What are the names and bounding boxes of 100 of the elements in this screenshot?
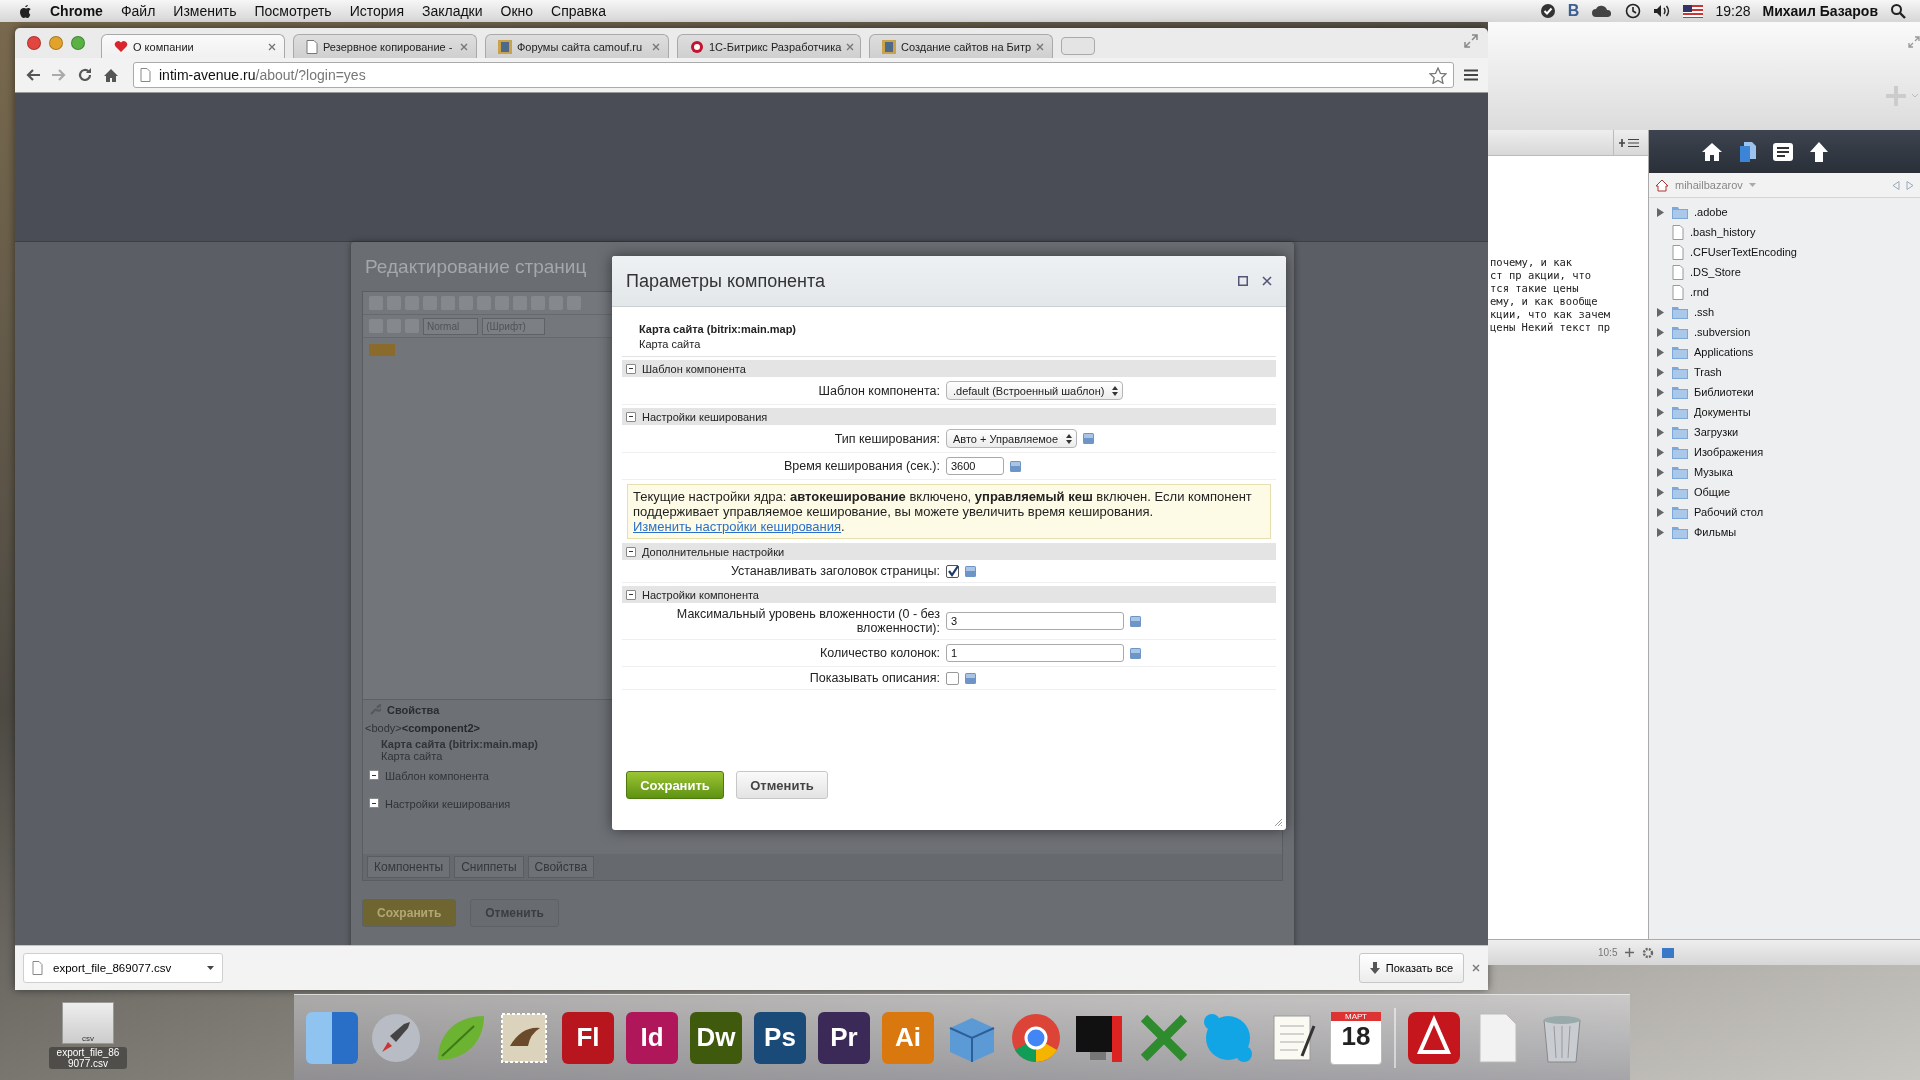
back-arrow-icon[interactable] — [25, 68, 41, 82]
rocket-icon[interactable] — [370, 1011, 422, 1064]
two-tone-square-icon[interactable] — [306, 1011, 358, 1064]
help-icon[interactable] — [1083, 433, 1095, 444]
file-entry[interactable]: Библиотеки — [1649, 382, 1920, 402]
app-menu[interactable]: Chrome — [50, 3, 103, 19]
help-icon[interactable] — [965, 565, 976, 577]
file-entry[interactable]: Загрузки — [1649, 422, 1920, 442]
file-entry[interactable]: Рабочий стол — [1649, 502, 1920, 522]
browser-tab[interactable]: Создание сайтов на Битр — [869, 34, 1053, 58]
status-letter[interactable]: В — [1567, 2, 1580, 20]
apple-icon[interactable] — [18, 3, 32, 19]
collapse-icon[interactable] — [626, 411, 636, 422]
minimize-button[interactable] — [49, 36, 63, 50]
download-item[interactable]: export_file_869077.csv — [23, 953, 223, 983]
file-entry[interactable]: .bash_history — [1649, 222, 1920, 242]
show-all-button[interactable]: Показать все — [1358, 953, 1464, 983]
group-header[interactable]: Настройки кеширования — [622, 408, 1276, 425]
home-icon[interactable] — [103, 67, 119, 83]
gear-icon[interactable] — [1642, 946, 1655, 959]
swirl-tile-icon[interactable] — [1408, 1011, 1460, 1064]
address-field[interactable]: intim-avenue.ru/about/?login=yes — [133, 62, 1454, 88]
cloud-icon[interactable] — [1591, 4, 1614, 18]
collapse-icon[interactable] — [626, 589, 636, 600]
file-entry[interactable]: .DS_Store — [1649, 262, 1920, 282]
close-button[interactable] — [27, 36, 41, 50]
user-name[interactable]: Михаил Базаров — [1762, 3, 1878, 19]
dropdown[interactable]: Авто + Управляемое — [946, 429, 1078, 448]
app-tile[interactable]: Fl — [562, 1011, 614, 1064]
reload-icon[interactable] — [77, 67, 93, 83]
speaker-icon[interactable] — [1653, 4, 1672, 18]
csv-file-icon[interactable]: csv — [62, 1002, 114, 1044]
menu-item[interactable]: Изменить — [173, 3, 237, 19]
close-icon[interactable] — [1472, 964, 1480, 972]
app-tile[interactable]: Pr — [818, 1011, 870, 1064]
up-arrow-icon[interactable] — [1808, 140, 1829, 163]
file-entry[interactable]: .adobe — [1649, 202, 1920, 222]
help-icon[interactable] — [965, 672, 976, 684]
documents-icon[interactable] — [1738, 140, 1757, 163]
menu-item[interactable]: Закладки — [421, 3, 483, 19]
calendar-icon[interactable]: МАРТ 18 — [1330, 1010, 1382, 1065]
close-icon[interactable] — [460, 42, 468, 51]
checkbox[interactable] — [946, 564, 959, 578]
menu-item[interactable]: Справка — [551, 3, 607, 19]
checkbox[interactable] — [946, 671, 959, 685]
maximize-icon[interactable] — [1238, 276, 1248, 286]
group-header[interactable]: Шаблон компонента — [622, 360, 1276, 377]
menu-item[interactable]: История — [349, 3, 404, 19]
text-input[interactable]: 3 — [946, 612, 1124, 630]
collapse-icon[interactable] — [369, 770, 379, 780]
file-entry[interactable]: Изображения — [1649, 442, 1920, 462]
check-bubble-icon[interactable] — [1539, 3, 1556, 19]
file-entry[interactable]: Фильмы — [1649, 522, 1920, 542]
help-icon[interactable] — [1130, 615, 1141, 627]
file-entry[interactable]: .rnd — [1649, 282, 1920, 302]
home-icon[interactable] — [1700, 141, 1723, 162]
clock-time[interactable]: 19:28 — [1715, 3, 1751, 19]
help-icon[interactable] — [1010, 460, 1021, 472]
app-tile[interactable]: Id — [626, 1011, 678, 1064]
clock-icon[interactable] — [1625, 3, 1642, 19]
collapse-icon[interactable] — [626, 546, 636, 557]
file-entry[interactable]: .ssh — [1649, 302, 1920, 322]
zoom-button[interactable] — [71, 36, 85, 50]
flag-icon[interactable] — [1683, 4, 1704, 18]
text-input[interactable]: 1 — [946, 644, 1124, 662]
expand-triangle-icon[interactable] — [1657, 207, 1664, 217]
help-icon[interactable] — [1130, 647, 1141, 659]
close-icon[interactable] — [268, 42, 276, 51]
text-input[interactable]: 3600 — [946, 457, 1004, 475]
file-entry[interactable]: Музыка — [1649, 462, 1920, 482]
menu-item[interactable]: Файл — [120, 3, 156, 19]
plus-icon[interactable] — [1625, 948, 1635, 957]
app-tile[interactable]: Ps — [754, 1011, 806, 1064]
menu-item[interactable]: Окно — [500, 3, 534, 19]
search-icon[interactable] — [1890, 3, 1906, 19]
close-icon[interactable] — [846, 42, 855, 51]
panel-icon[interactable] — [1662, 947, 1675, 958]
group-header[interactable]: Дополнительные настройки — [622, 543, 1276, 560]
settings-link[interactable]: Изменить настройки кеширования — [633, 519, 842, 534]
app-tile[interactable]: Dw — [690, 1011, 742, 1064]
expand-icon[interactable] — [1464, 34, 1478, 48]
bird-stamp-icon[interactable] — [498, 1011, 550, 1064]
expand-icon[interactable] — [1908, 36, 1920, 48]
dropdown[interactable]: .default (Встроенный шаблон) — [946, 381, 1124, 400]
browser-tab[interactable]: Форумы сайта camouf.ru — [485, 34, 669, 58]
list-icon[interactable] — [1772, 142, 1793, 161]
close-icon[interactable] — [1036, 42, 1045, 51]
browser-tab[interactable]: 1С-Битрикс Разработчика — [677, 34, 861, 58]
file-entry[interactable]: Общие — [1649, 482, 1920, 502]
file-entry[interactable]: .CFUserTextEncoding — [1649, 242, 1920, 262]
group-header[interactable]: Настройки компонента — [622, 586, 1276, 603]
three-segment-circle-icon[interactable] — [1010, 1011, 1062, 1064]
file-entry[interactable]: Applications — [1649, 342, 1920, 362]
file-entry[interactable]: Trash — [1649, 362, 1920, 382]
collapse-icon[interactable] — [626, 363, 636, 374]
component-marker-icon[interactable] — [369, 344, 395, 356]
file-name[interactable]: export_file_86 9077.csv — [49, 1047, 127, 1069]
file-entry[interactable]: Документы — [1649, 402, 1920, 422]
close-icon[interactable] — [652, 42, 660, 51]
browser-tab[interactable]: Резервное копирование - — [293, 34, 477, 58]
